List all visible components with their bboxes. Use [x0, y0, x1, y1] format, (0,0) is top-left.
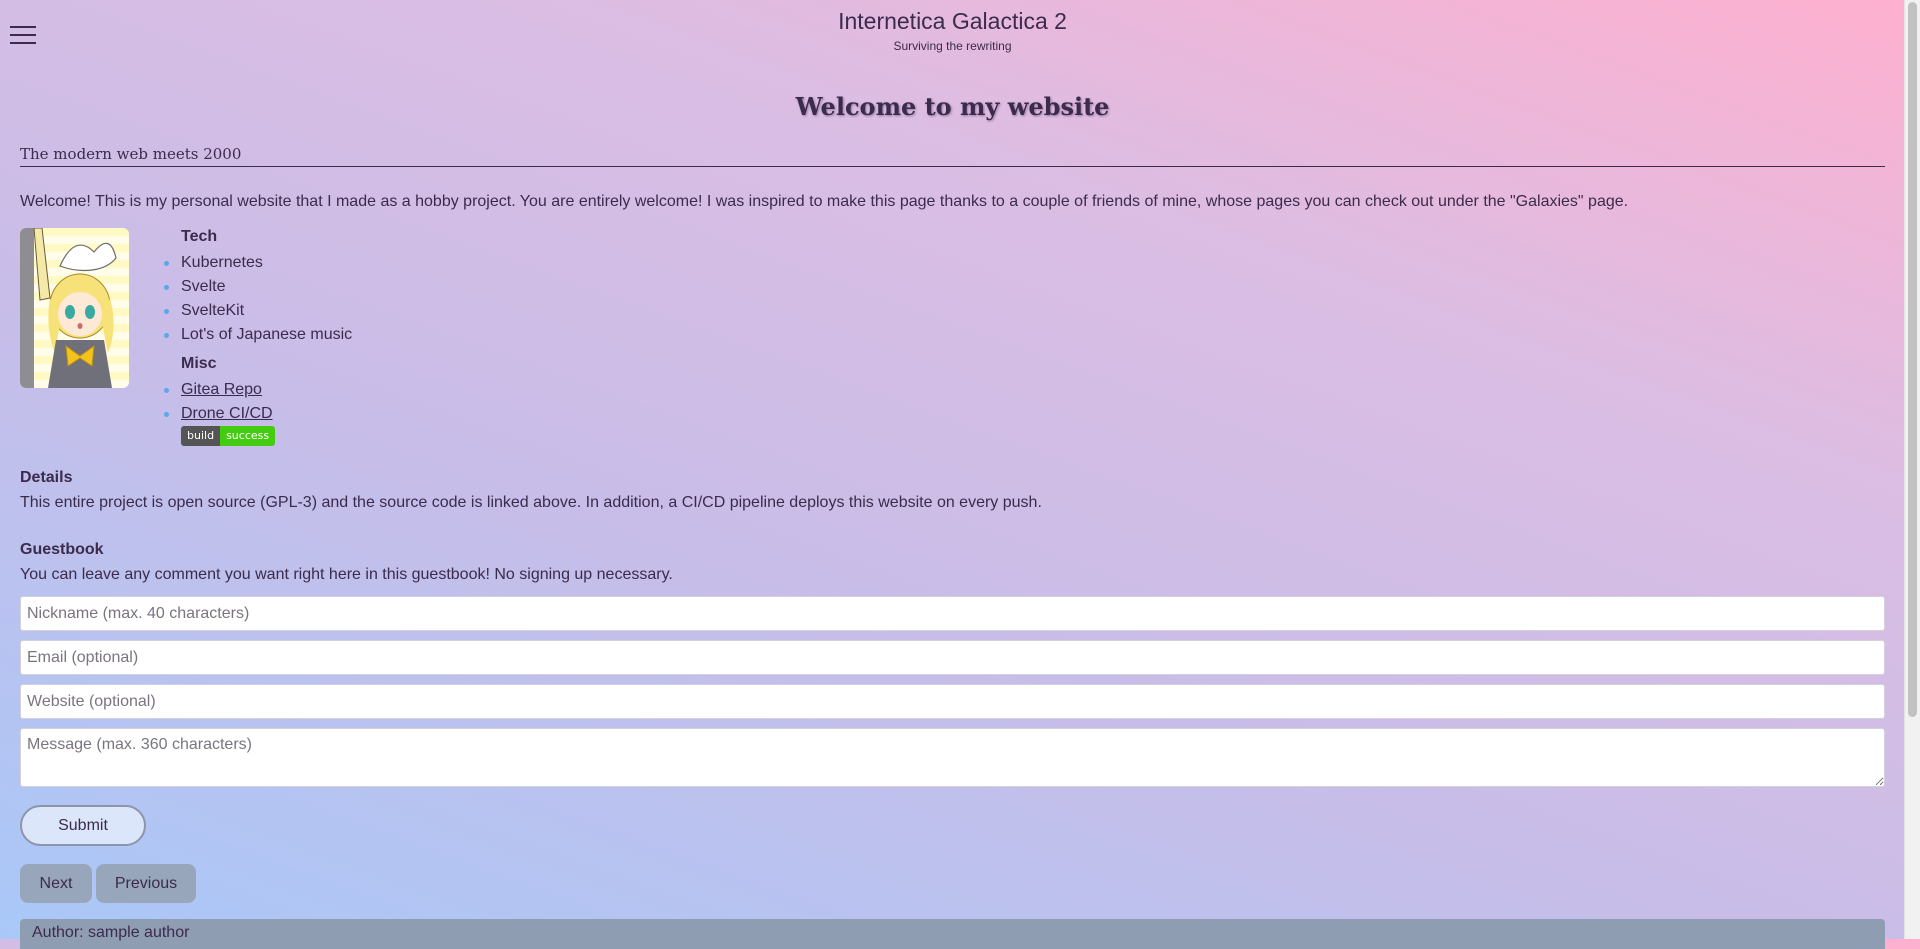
site-title: Internetica Galactica 2: [838, 8, 1067, 34]
guestbook-heading: Guestbook: [20, 541, 104, 558]
intro-text: Welcome! This is my personal website tha…: [20, 193, 1629, 210]
list-item: Drone CI/CD: [163, 402, 352, 426]
page-scrollbar[interactable]: [1904, 0, 1920, 939]
message-textarea[interactable]: [20, 728, 1885, 787]
guestbook-entry: Author: sample author: [20, 919, 1885, 949]
site-header: Internetica Galactica 2 Surviving the re…: [0, 8, 1905, 53]
misc-heading: Misc: [181, 355, 217, 372]
tagline: The modern web meets 2000: [20, 145, 1885, 167]
misc-list: Gitea Repo Drone CI/CD: [163, 378, 352, 426]
site-subtitle: Surviving the rewriting: [893, 39, 1012, 53]
details-heading: Details: [20, 469, 73, 486]
submit-button[interactable]: Submit: [20, 805, 146, 846]
tech-heading: Tech: [181, 228, 218, 245]
previous-button[interactable]: Previous: [96, 864, 196, 903]
guestbook-text: You can leave any comment you want right…: [20, 566, 673, 583]
page-heading: Welcome to my website: [795, 92, 1110, 121]
nickname-input[interactable]: [20, 596, 1885, 631]
website-input[interactable]: [20, 684, 1885, 719]
list-item: Gitea Repo: [163, 378, 352, 402]
avatar-image: [20, 228, 129, 388]
build-status-badge[interactable]: build success: [181, 426, 276, 446]
tech-list: Kubernetes Svelte SvelteKit Lot's of Jap…: [163, 251, 352, 347]
list-item: Kubernetes: [163, 251, 352, 275]
gitea-repo-link[interactable]: Gitea Repo: [181, 381, 262, 398]
badge-status: success: [220, 426, 276, 446]
list-item: SvelteKit: [163, 299, 352, 323]
details-text: This entire project is open source (GPL-…: [20, 494, 1042, 511]
badge-label: build: [181, 426, 221, 446]
next-button[interactable]: Next: [20, 864, 92, 903]
scrollbar-thumb[interactable]: [1908, 2, 1917, 717]
email-input[interactable]: [20, 640, 1885, 675]
list-item: Svelte: [163, 275, 352, 299]
entry-author: Author: sample author: [32, 924, 190, 941]
drone-ci-link[interactable]: Drone CI/CD: [181, 405, 273, 422]
info-lists: Tech Kubernetes Svelte SvelteKit Lot's o…: [163, 228, 352, 446]
list-item: Lot's of Japanese music: [163, 323, 352, 347]
